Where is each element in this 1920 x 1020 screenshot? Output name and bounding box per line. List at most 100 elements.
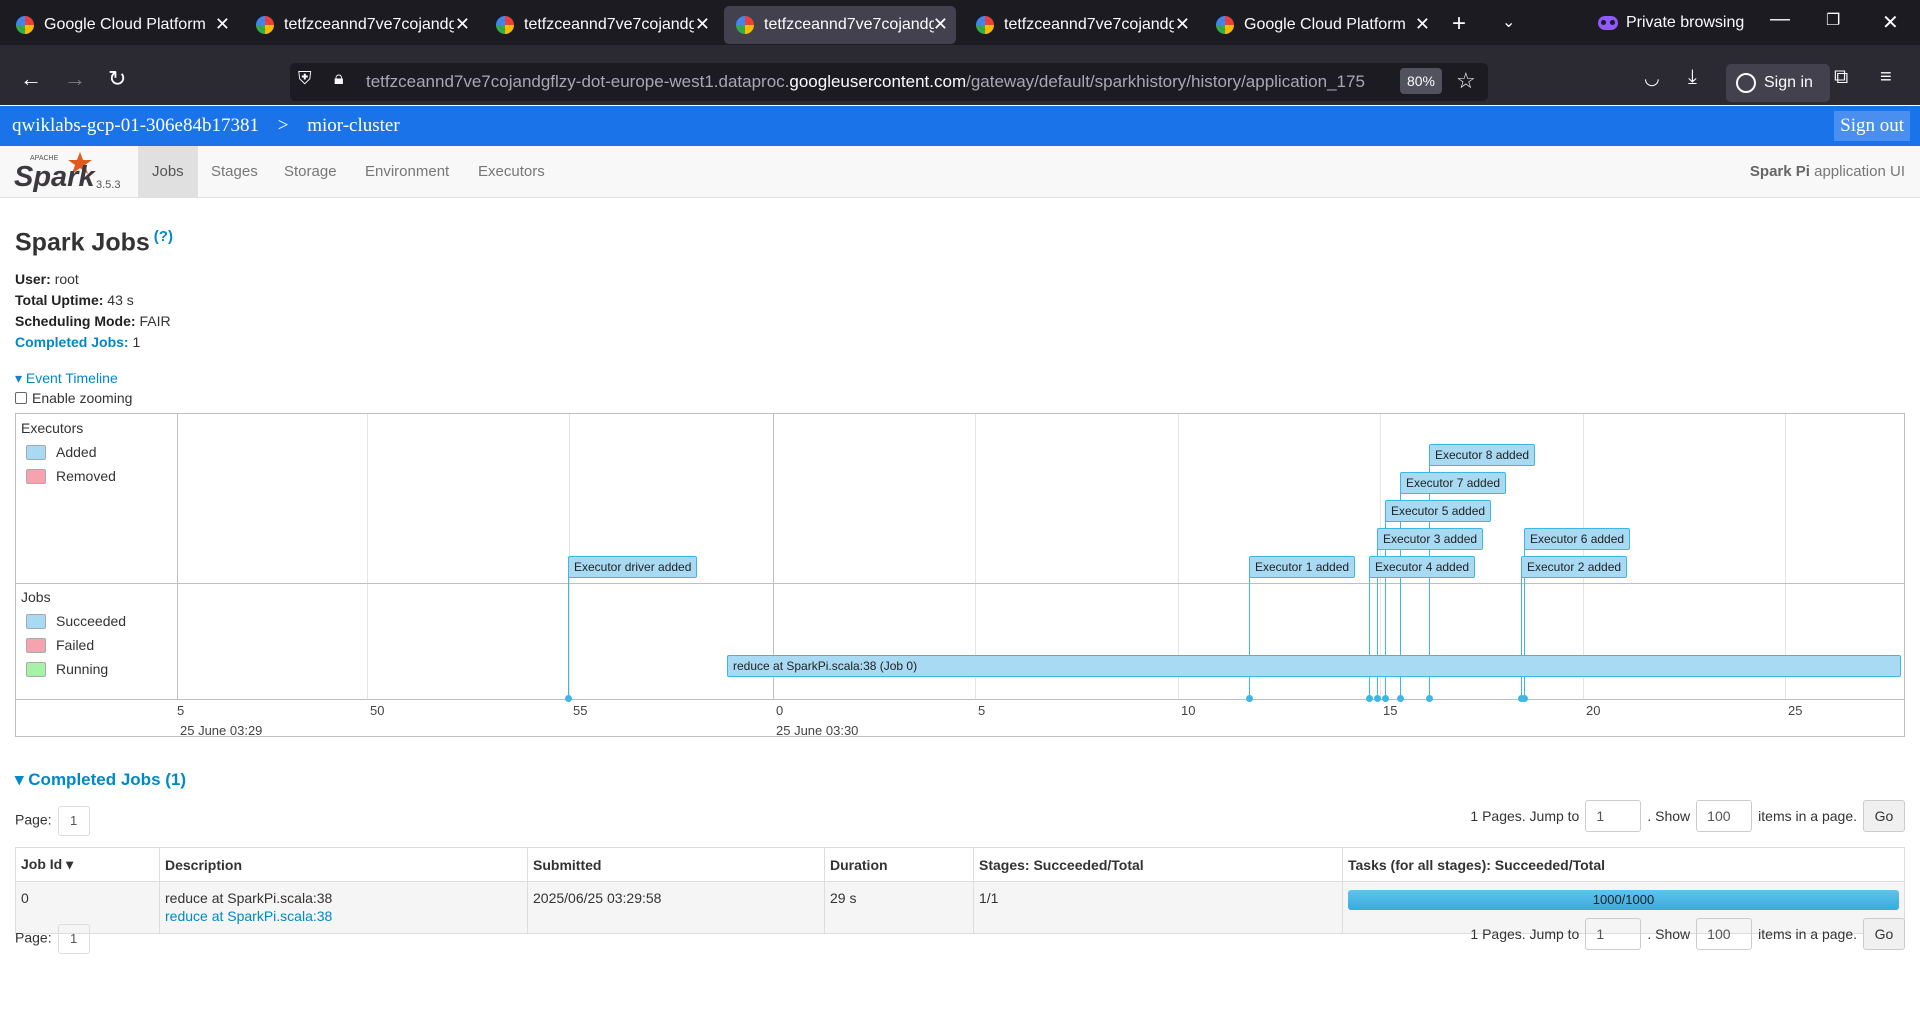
tick-label: 25 [1788,703,1803,718]
close-icon[interactable]: ✕ [455,14,470,35]
close-icon[interactable]: ✕ [215,14,230,35]
completed-jobs-toggle[interactable]: ▾ Completed Jobs (1) [15,770,186,790]
nav-tab-stages[interactable]: Stages [197,146,272,198]
page-size-input[interactable]: 100 [1696,800,1753,832]
job-description-link[interactable]: reduce at SparkPi.scala:38 [165,908,522,924]
private-browsing-indicator: Private browsing [1598,14,1744,32]
col-description[interactable]: Description [159,847,528,882]
go-button[interactable]: Go [1863,918,1905,950]
tick-label: 5 [177,703,185,718]
col-duration[interactable]: Duration [824,847,974,882]
enable-zooming-checkbox[interactable]: Enable zooming [15,390,132,406]
forward-icon[interactable]: → [64,66,86,92]
event-executor-2-added[interactable]: Executor 2 added [1521,556,1628,578]
svg-text:Spark: Spark [14,161,96,193]
event-dot [565,695,572,702]
shield-icon[interactable]: ⛨ [298,68,312,89]
downloads-icon[interactable]: ⤓ [1688,66,1697,89]
completed-jobs-link[interactable]: Completed Jobs: [15,334,129,350]
browser-tab[interactable]: tetfzceannd7ve7cojandgf ✕ [484,6,718,44]
lock-icon[interactable]: 🔒︎ [334,68,344,89]
event-timeline-toggle[interactable]: ▾ Event Timeline [15,370,118,387]
legend-removed: Removed [26,468,116,484]
legend-failed: Failed [26,637,126,653]
pager-bottom: Page: 1 [15,924,90,954]
job-bar-job-0[interactable]: reduce at SparkPi.scala:38 (Job 0) [727,655,1901,677]
event-executor-5-added[interactable]: Executor 5 added [1385,500,1492,522]
nav-tab-storage[interactable]: Storage [270,146,351,198]
tick-label: 20 [1586,703,1601,718]
nav-tab-executors[interactable]: Executors [464,146,559,198]
project-link[interactable]: qwiklabs-gcp-01-306e84b17381 [12,115,259,136]
completed-jobs-info: Completed Jobs: 1 [15,334,141,350]
event-executor-7-added[interactable]: Executor 7 added [1400,472,1507,494]
cluster-link[interactable]: mior-cluster [307,115,399,136]
reload-icon[interactable]: ↻ [108,66,126,92]
sign-in-label: Sign in [1764,74,1813,91]
event-executor-1-added[interactable]: Executor 1 added [1249,556,1356,578]
extensions-icon[interactable]: ⧉ [1834,66,1848,89]
page-title: Spark Jobs (?) [15,228,173,257]
event-executor-6-added[interactable]: Executor 6 added [1524,528,1631,550]
restore-icon[interactable]: ❐ [1826,10,1840,30]
executors-legend: Executors Added Removed [21,420,116,484]
bookmark-star-icon[interactable]: ☆ [1456,68,1476,94]
browser-tab[interactable]: Google Cloud Platform ✕ [4,6,238,44]
browser-tab-active[interactable]: tetfzceannd7ve7cojandgf ✕ [724,6,956,44]
col-job-id[interactable]: Job Id ▾ [15,847,160,882]
jobs-label: Jobs [21,589,51,605]
tab-title: Google Cloud Platform [1244,16,1406,33]
minimize-icon[interactable]: — [1770,8,1790,31]
pocket-icon[interactable]: ◡ [1644,68,1660,89]
jump-to-page-input[interactable]: 1 [1585,918,1642,950]
help-link[interactable]: (?) [154,228,173,245]
legend-running: Running [26,661,126,677]
list-tabs-icon[interactable]: ⌄ [1502,12,1515,32]
browser-tab[interactable]: Google Cloud Platform ✕ [1204,6,1438,44]
spark-logo[interactable]: APACHE Spark 3.5.3 [14,150,132,194]
duration-cell: 29 s [824,881,974,934]
page-number[interactable]: 1 [57,924,90,954]
event-executor-driver-added[interactable]: Executor driver added [568,556,698,578]
close-icon[interactable]: ✕ [933,14,948,35]
close-icon[interactable]: ✕ [695,14,710,35]
page-number[interactable]: 1 [57,806,90,836]
event-executor-4-added[interactable]: Executor 4 added [1369,556,1476,578]
col-submitted[interactable]: Submitted [527,847,825,882]
menu-icon[interactable]: ≡ [1880,66,1892,89]
legend-succeeded: Succeeded [26,613,126,629]
caret-down-icon: ▾ [15,370,23,386]
back-icon[interactable]: ← [20,66,42,92]
go-button[interactable]: Go [1863,800,1905,832]
col-stages[interactable]: Stages: Succeeded/Total [973,847,1343,882]
checkbox[interactable] [15,392,27,404]
event-timeline[interactable]: Executors Added Removed Jobs Succeeded F… [15,413,1905,738]
page-size-input[interactable]: 100 [1696,918,1753,950]
svg-text:3.5.3: 3.5.3 [96,179,120,191]
nav-tab-environment[interactable]: Environment [351,146,463,198]
browser-tab[interactable]: tetfzceannd7ve7cojandgf ✕ [964,6,1198,44]
private-browsing-label: Private browsing [1626,14,1745,31]
close-icon[interactable]: ✕ [1415,14,1430,35]
window-close-icon[interactable]: ✕ [1882,10,1899,35]
close-icon[interactable]: ✕ [1175,14,1190,35]
private-mask-icon [1598,16,1618,30]
event-executor-3-added[interactable]: Executor 3 added [1377,528,1484,550]
zoom-level-badge[interactable]: 80% [1400,68,1442,94]
url-text[interactable]: tetfzceannd7ve7cojandgflzy-dot-europe-we… [366,72,1388,92]
sign-in-button[interactable]: Sign in [1726,64,1830,102]
nav-tab-jobs[interactable]: Jobs [138,146,198,198]
sign-out-button[interactable]: Sign out [1834,111,1910,141]
tab-title: tetfzceannd7ve7cojandgf [284,16,454,33]
event-dot [1374,695,1381,702]
pager-top: Page: 1 [15,806,90,836]
google-icon [976,16,994,34]
browser-tab[interactable]: tetfzceannd7ve7cojandgf ✕ [244,6,478,44]
description-cell: reduce at SparkPi.scala:38 reduce at Spa… [159,881,528,934]
jump-to-page-input[interactable]: 1 [1585,800,1642,832]
tick-label: 15 [1383,703,1398,718]
col-tasks[interactable]: Tasks (for all stages): Succeeded/Total [1342,847,1905,882]
new-tab-icon[interactable]: + [1452,10,1466,38]
table-header-row: Job Id ▾ Description Submitted Duration … [15,847,1905,882]
event-executor-8-added[interactable]: Executor 8 added [1429,444,1536,466]
